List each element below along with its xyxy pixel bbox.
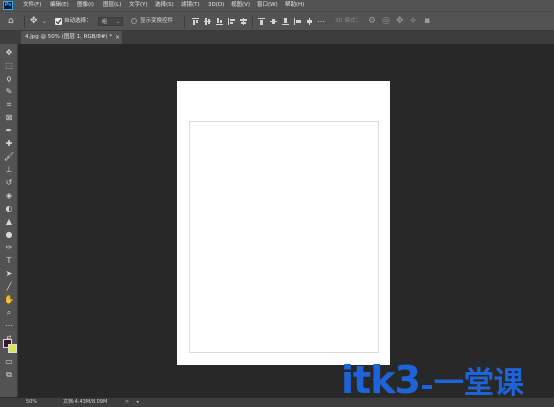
more-tools-icon[interactable]: ⋯ (3, 320, 15, 331)
options-bar: ⌂ ✥ ⌄ 自动选择： 组 ⌄ 显示变换控件 ⋯ 3D 模式： ⚙ ◎ ✥ ⟡ … (0, 11, 554, 31)
lasso-tool-icon[interactable]: ϙ (3, 73, 15, 84)
align-bottom-icon[interactable] (216, 18, 223, 25)
menu-file[interactable]: 文件(F) (23, 1, 41, 10)
separator (184, 16, 185, 28)
align-horizontal-center-icon[interactable] (240, 18, 247, 25)
menu-help[interactable]: 帮助(H) (285, 1, 304, 10)
menu-bar: Ps 文件(F) 编辑(E) 图像(I) 图层(L) 文字(Y) 选择(S) 滤… (0, 0, 554, 11)
watermark: itk3 一堂课 (341, 358, 524, 402)
crop-tool-icon[interactable]: ⌗ (3, 99, 15, 110)
home-icon[interactable]: ⌂ (8, 16, 14, 27)
eyedropper-tool-icon[interactable]: ✒ (3, 125, 15, 136)
menu-image[interactable]: 图像(I) (77, 1, 94, 10)
marquee-tool-icon[interactable]: ⬚ (3, 60, 15, 71)
menu-view[interactable]: 视图(V) (231, 1, 250, 10)
line-tool-icon[interactable]: ╱ (3, 281, 15, 292)
move-tool-icon[interactable]: ✥ (3, 47, 15, 58)
clone-stamp-tool-icon[interactable]: ⊥ (3, 164, 15, 175)
hand-tool-icon[interactable]: ✋ (3, 294, 15, 305)
frame-tool-icon[interactable]: ⊠ (3, 112, 15, 123)
quick-mask-icon[interactable]: ▭ (3, 356, 15, 367)
distribute-horizontal-icon[interactable] (306, 18, 313, 25)
eraser-tool-icon[interactable]: ◈ (3, 190, 15, 201)
auto-select-checkbox[interactable] (55, 18, 62, 25)
3d-scale-icon[interactable]: ▪ (424, 16, 430, 27)
history-brush-tool-icon[interactable]: ↺ (3, 177, 15, 188)
auto-select-label: 自动选择： (64, 18, 92, 24)
dodge-tool-icon[interactable]: ● (3, 229, 15, 240)
watermark-dash (421, 384, 432, 389)
document-tab[interactable]: 4.jpg @ 50% (图层 1, RGB/8#) * × (21, 31, 122, 44)
brush-tool-icon[interactable]: 🖌 (3, 151, 15, 162)
menu-select[interactable]: 选择(S) (155, 1, 174, 10)
quick-select-tool-icon[interactable]: ✎ (3, 86, 15, 97)
chevron-down-icon[interactable]: ⌄ (42, 16, 47, 27)
document-info: 文档:4.43M/8.09M (63, 399, 108, 405)
more-options-icon[interactable]: ⋯ (317, 16, 325, 27)
align-top-icon[interactable] (192, 18, 199, 25)
align-left-icon[interactable] (228, 18, 235, 25)
distribute-bottom-icon[interactable] (282, 18, 289, 25)
distribute-top-icon[interactable] (258, 18, 265, 25)
move-tool-preset-icon[interactable]: ✥ (30, 16, 38, 27)
separator (252, 16, 253, 28)
distribute-left-icon[interactable] (294, 18, 301, 25)
inner-frame (189, 121, 379, 353)
zoom-tool-icon[interactable]: ⌕ (3, 307, 15, 318)
show-transform-checkbox[interactable] (131, 18, 137, 24)
menu-3d[interactable]: 3D(D) (208, 1, 224, 10)
close-icon[interactable]: × (115, 33, 120, 42)
type-tool-icon[interactable]: T (3, 255, 15, 266)
chevron-down-icon: ⌄ (115, 19, 120, 25)
menu-filter[interactable]: 滤镜(T) (181, 1, 200, 10)
menu-edit[interactable]: 编辑(E) (50, 1, 69, 10)
menu-type[interactable]: 文字(Y) (129, 1, 148, 10)
distribute-vertical-center-icon[interactable] (270, 18, 277, 25)
pen-tool-icon[interactable]: ✑ (3, 242, 15, 253)
3d-orbit-icon[interactable]: ⚙ (368, 16, 376, 27)
3d-mode-label: 3D 模式： (335, 18, 361, 24)
status-menu-arrow[interactable]: > (125, 398, 129, 407)
photoshop-logo: Ps (3, 1, 13, 10)
document-canvas[interactable] (177, 81, 390, 365)
path-select-tool-icon[interactable]: ➤ (3, 268, 15, 279)
zoom-level[interactable]: 50% (26, 398, 37, 407)
document-tab-label: 4.jpg @ 50% (图层 1, RGB/8#) * (25, 34, 113, 40)
menu-window[interactable]: 窗口(W) (257, 1, 278, 10)
paint-bucket-tool-icon[interactable]: ◐ (3, 203, 15, 214)
blur-tool-icon[interactable]: ▲ (3, 216, 15, 227)
auto-select-target-value: 组 (102, 19, 108, 25)
align-vertical-center-icon[interactable] (204, 18, 211, 25)
healing-brush-tool-icon[interactable]: ✚ (3, 138, 15, 149)
tools-panel: ✥ ⬚ ϙ ✎ ⌗ ⊠ ✒ ✚ 🖌 ⊥ ↺ ◈ ◐ ▲ ● ✑ T ➤ ╱ ✋ … (0, 44, 18, 397)
screen-mode-icon[interactable]: ⧉ (3, 369, 15, 380)
3d-slide-icon[interactable]: ⟡ (410, 16, 416, 27)
chevron-left-icon[interactable]: ◂ (136, 398, 139, 407)
menu-layer[interactable]: 图层(L) (103, 1, 121, 10)
auto-select-target-dropdown[interactable]: 组 ⌄ (98, 17, 123, 26)
watermark-latin: itk3 (341, 358, 421, 402)
watermark-chinese: 一堂课 (433, 366, 524, 401)
show-transform-label: 显示变换控件 (140, 18, 174, 24)
separator (24, 16, 25, 28)
3d-roll-icon[interactable]: ◎ (382, 16, 390, 27)
3d-pan-icon[interactable]: ✥ (396, 16, 404, 27)
background-color-swatch[interactable] (8, 344, 17, 353)
